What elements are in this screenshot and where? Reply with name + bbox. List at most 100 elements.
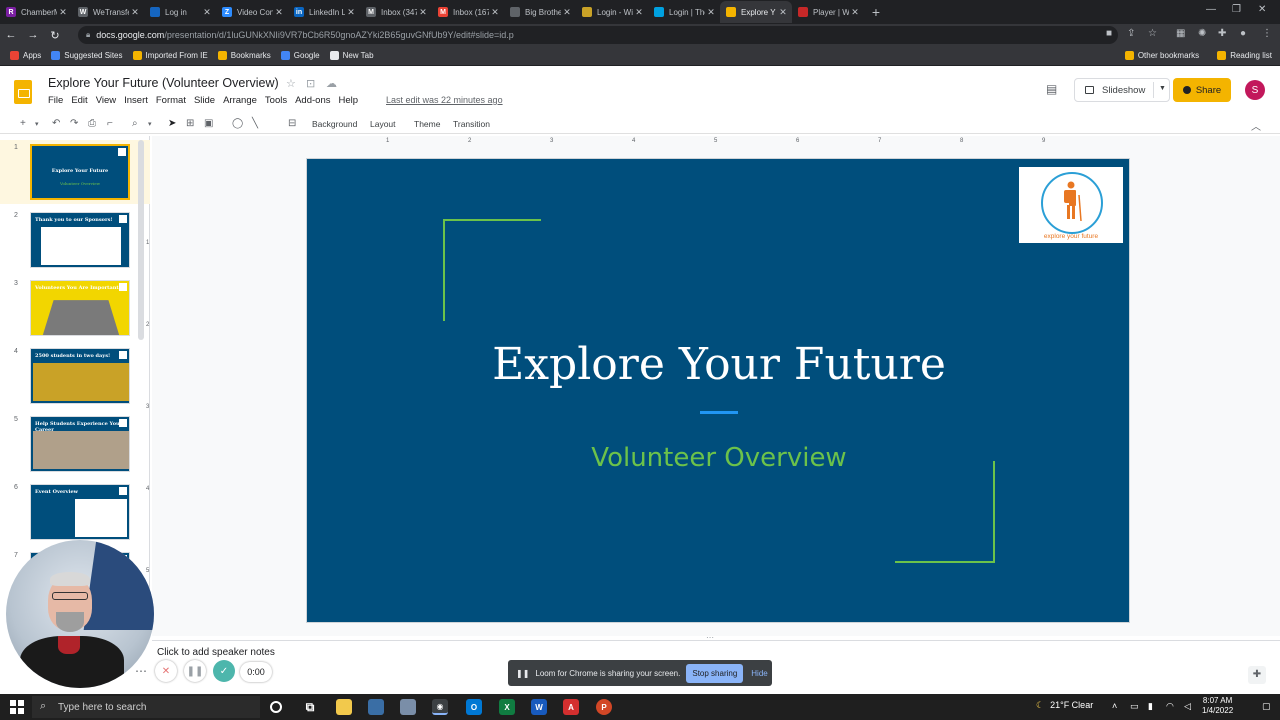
close-icon[interactable]: ✕: [561, 7, 573, 18]
close-icon[interactable]: ✕: [705, 7, 717, 18]
bookmark-item[interactable]: Imported From IE: [132, 51, 208, 60]
layout-button[interactable]: Layout: [370, 119, 396, 129]
minimize-icon[interactable]: —: [1206, 4, 1216, 15]
bookmark-item[interactable]: Other bookmarks: [1124, 51, 1199, 60]
slide-thumbnail[interactable]: Volunteers You Are Important: [30, 280, 130, 336]
menu-addons[interactable]: Add-ons: [295, 95, 330, 106]
transition-button[interactable]: Transition: [453, 119, 490, 129]
window-close-icon[interactable]: ✕: [1258, 4, 1266, 15]
avatar[interactable]: S: [1245, 80, 1265, 100]
profile-icon[interactable]: ●: [1240, 28, 1246, 39]
bookmark-item[interactable]: New Tab: [329, 51, 374, 60]
line-icon[interactable]: ╲: [252, 118, 258, 129]
close-icon[interactable]: ✕: [777, 7, 789, 18]
image-icon[interactable]: ▣: [204, 118, 213, 129]
theme-button[interactable]: Theme: [414, 119, 440, 129]
close-icon[interactable]: ✕: [129, 7, 141, 18]
chrome-icon[interactable]: ◉: [432, 699, 448, 715]
slide-thumbnail[interactable]: Event Overview: [30, 484, 130, 540]
powerpoint-icon[interactable]: P: [596, 699, 612, 715]
app-icon[interactable]: [368, 699, 384, 715]
slideshow-button[interactable]: Slideshow ▼: [1074, 78, 1170, 102]
comment-add-icon[interactable]: ⊟: [288, 118, 296, 129]
browser-tab[interactable]: Player | WHB✕: [792, 1, 864, 23]
file-explorer-icon[interactable]: [336, 699, 352, 715]
hide-button[interactable]: Hide: [751, 669, 767, 678]
battery-icon[interactable]: ▮: [1148, 701, 1153, 712]
comment-history-icon[interactable]: ▤: [1046, 82, 1057, 96]
star-icon[interactable]: ☆: [286, 77, 296, 90]
menu-dots-icon[interactable]: ⋮: [1262, 28, 1272, 39]
forward-icon[interactable]: →: [22, 29, 44, 41]
cortana-icon[interactable]: [270, 701, 282, 713]
menu-slide[interactable]: Slide: [194, 95, 215, 106]
share-button[interactable]: Share: [1173, 78, 1231, 102]
address-bar[interactable]: 🔒︎ docs.google.com/presentation/d/1luGUN…: [78, 26, 1118, 44]
browser-tab[interactable]: M Inbox (347) -✕: [360, 1, 432, 23]
print-icon[interactable]: ⎙: [88, 118, 96, 129]
bookmark-item[interactable]: Apps: [10, 51, 41, 60]
menu-format[interactable]: Format: [156, 95, 186, 106]
browser-tab[interactable]: Login - Wisco✕: [576, 1, 648, 23]
volume-icon[interactable]: ◁: [1184, 701, 1191, 712]
chevron-down-icon[interactable]: ▾: [148, 120, 152, 128]
bookmark-item[interactable]: Google: [280, 51, 320, 60]
stop-sharing-button[interactable]: Stop sharing: [686, 663, 744, 683]
close-icon[interactable]: ✕: [273, 7, 285, 18]
filmstrip-scrollbar[interactable]: [138, 140, 144, 340]
extension-icon[interactable]: ▦: [1176, 28, 1185, 39]
close-icon[interactable]: ✕: [849, 7, 861, 18]
close-icon[interactable]: ✕: [633, 7, 645, 18]
chevron-up-icon[interactable]: ˄: [1112, 701, 1117, 711]
restore-icon[interactable]: ❐: [1232, 4, 1241, 15]
zoom-icon[interactable]: ⌕: [132, 118, 138, 129]
calculator-icon[interactable]: [400, 699, 416, 715]
loom-extension-icon[interactable]: ✺: [1198, 28, 1206, 39]
background-button[interactable]: Background: [312, 119, 357, 129]
explore-logo[interactable]: explore your future: [1019, 167, 1123, 243]
menu-view[interactable]: View: [96, 95, 116, 106]
camera-icon[interactable]: ■: [1106, 28, 1112, 39]
browser-tab[interactable]: M Inbox (167) -✕: [432, 1, 504, 23]
browser-tab[interactable]: W WeTransfer✕: [72, 1, 144, 23]
slide[interactable]: explore your future Explore Your Future …: [306, 158, 1130, 623]
new-tab-icon[interactable]: +: [864, 4, 888, 20]
document-title[interactable]: Explore Your Future (Volunteer Overview): [48, 76, 279, 90]
share-page-icon[interactable]: ⇪: [1127, 28, 1135, 39]
browser-tab[interactable]: R ChamberMas✕: [0, 1, 72, 23]
undo-icon[interactable]: ↶: [52, 118, 60, 129]
close-icon[interactable]: ✕: [417, 7, 429, 18]
taskbar-clock[interactable]: 8:07 AM 1/4/2022: [1202, 696, 1233, 716]
resize-handle[interactable]: ⋯: [706, 633, 715, 642]
menu-insert[interactable]: Insert: [124, 95, 148, 106]
select-cursor-icon[interactable]: ➤: [168, 118, 176, 129]
bookmark-item[interactable]: Suggested Sites: [51, 51, 123, 60]
chevron-down-icon[interactable]: ▼: [1159, 85, 1166, 92]
loom-camera-bubble[interactable]: [6, 540, 154, 688]
weather-widget[interactable]: ☾ 21°F Clear: [1036, 700, 1093, 711]
puzzle-icon[interactable]: ✚: [1218, 28, 1226, 39]
bookmark-item[interactable]: Reading list: [1217, 51, 1272, 60]
new-slide-icon[interactable]: +: [20, 118, 26, 129]
paint-format-icon[interactable]: ⌐: [107, 118, 113, 129]
acrobat-icon[interactable]: A: [563, 699, 579, 715]
menu-arrange[interactable]: Arrange: [223, 95, 257, 106]
slide-thumbnail[interactable]: Explore Your Future Volunteer Overview: [30, 144, 130, 200]
shape-icon[interactable]: ◯: [232, 118, 243, 129]
cloud-saved-icon[interactable]: ☁: [326, 77, 337, 90]
task-view-icon[interactable]: ⧉: [302, 699, 318, 715]
reload-icon[interactable]: ↻: [44, 29, 66, 42]
cancel-recording-icon[interactable]: ✕: [155, 660, 177, 682]
network-icon[interactable]: ▭: [1130, 701, 1139, 712]
chevron-down-icon[interactable]: ▾: [35, 120, 39, 128]
slide-thumbnail[interactable]: Help Students Experience Your Career: [30, 416, 130, 472]
menu-help[interactable]: Help: [338, 95, 358, 106]
wifi-icon[interactable]: ◠: [1166, 701, 1174, 712]
close-icon[interactable]: ✕: [201, 7, 213, 18]
slide-title[interactable]: Explore Your Future: [307, 339, 1131, 390]
last-edit-link[interactable]: Last edit was 22 minutes ago: [386, 95, 503, 105]
excel-icon[interactable]: X: [499, 699, 515, 715]
browser-tab[interactable]: Z Video Confer✕: [216, 1, 288, 23]
explore-panel-icon[interactable]: ✚: [1248, 666, 1266, 684]
pause-icon[interactable]: ❚❚: [184, 660, 206, 682]
